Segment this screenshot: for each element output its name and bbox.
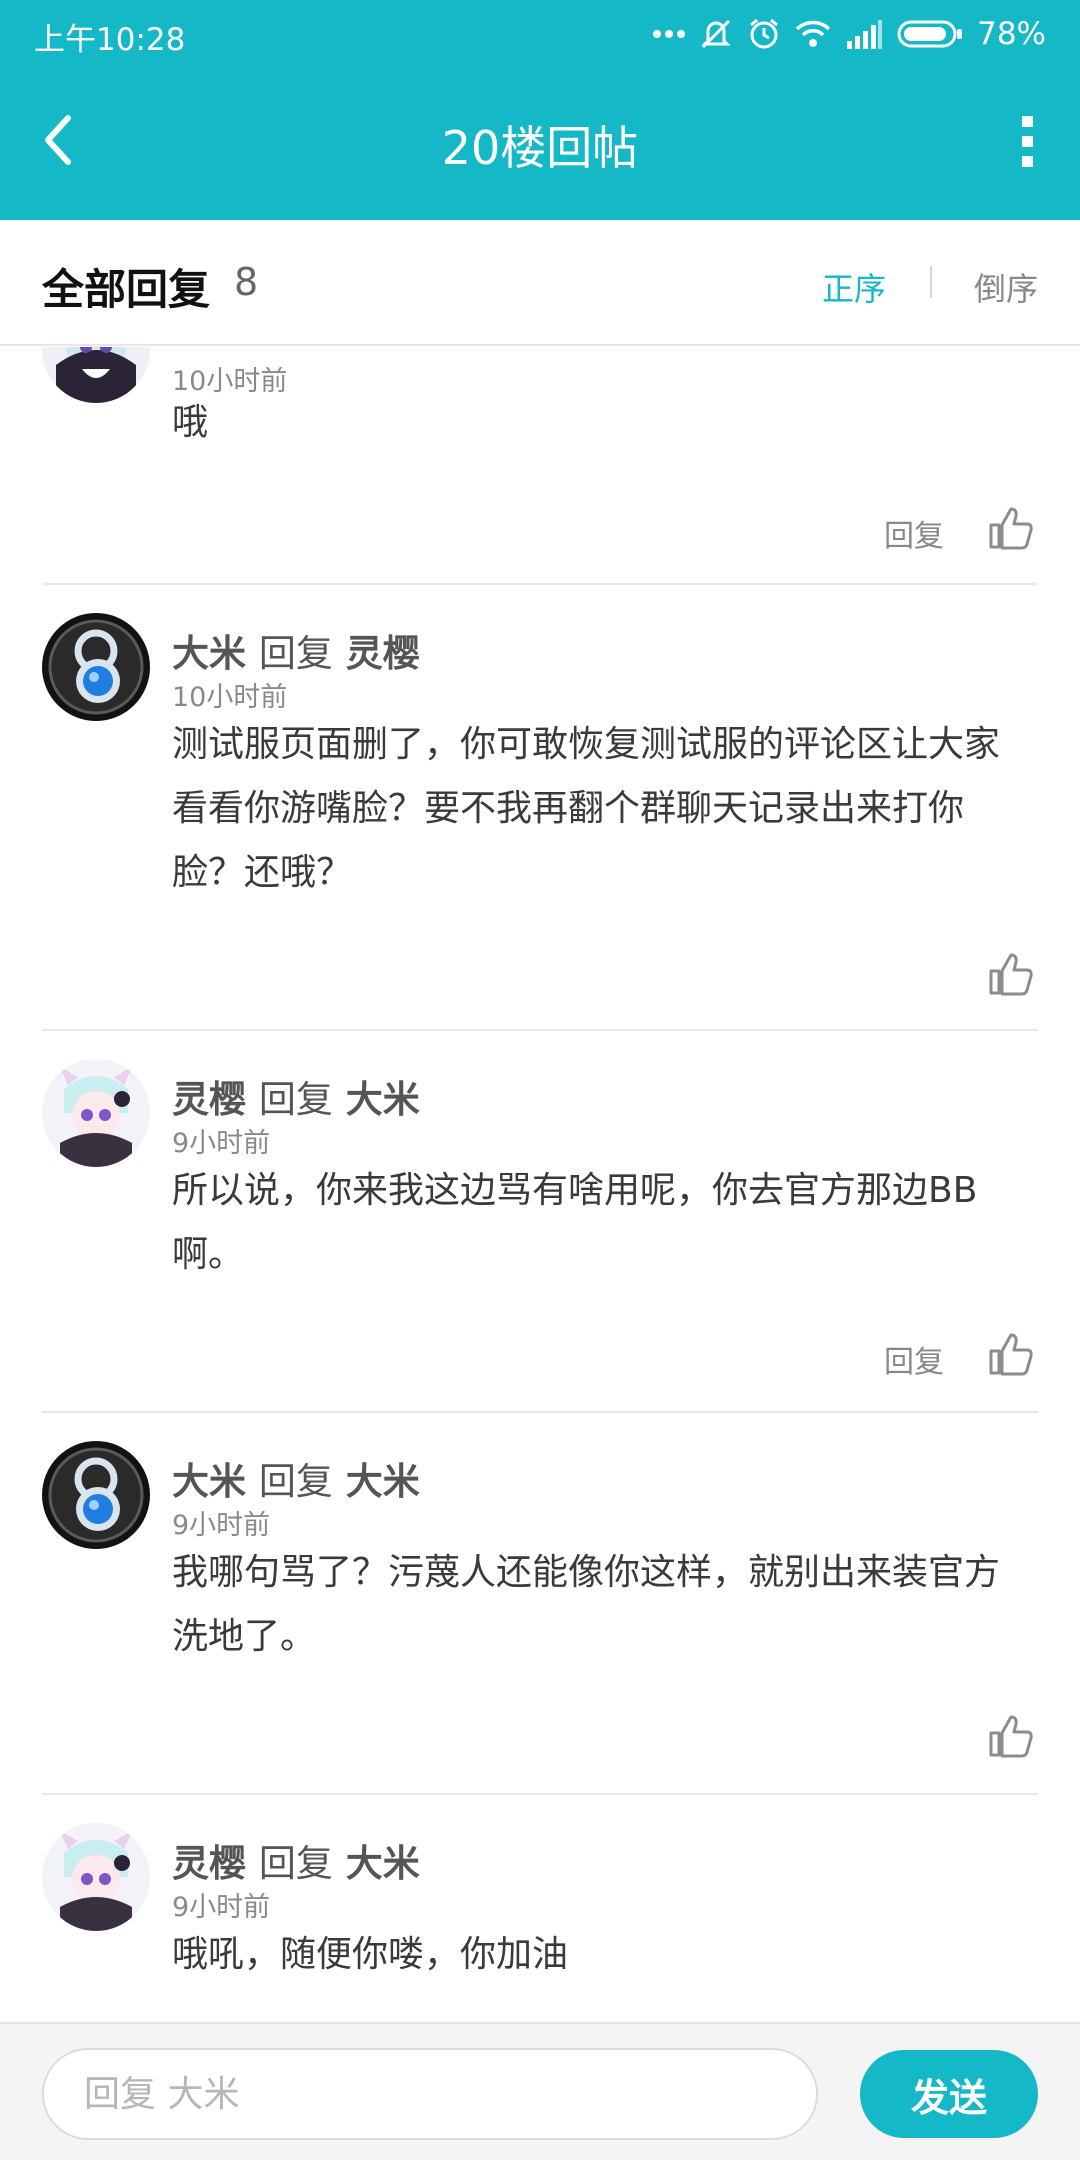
replies-header: 全部回复 8 正序 倒序: [0, 220, 1080, 346]
reply-target[interactable]: 大米: [346, 1078, 420, 1121]
reply-author[interactable]: 大米: [172, 1460, 246, 1503]
reply-button[interactable]: 回复: [884, 511, 944, 555]
status-time: 上午10:28: [34, 22, 186, 58]
reply-target[interactable]: 大米: [346, 1460, 420, 1503]
signal-icon: [847, 20, 883, 49]
avatar[interactable]: [42, 1059, 150, 1167]
reply-item: 大米 回复 灵樱 10小时前 测试服页面删了，你可敢恢复测试服的评论区让大家看看…: [0, 585, 1080, 1031]
reply-input[interactable]: [42, 2048, 818, 2140]
avatar[interactable]: [42, 1823, 150, 1931]
wifi-icon: [795, 20, 831, 47]
all-replies-title: 全部回复: [42, 265, 211, 314]
reply-text: 哦吼，随便你喽，你加油: [172, 1934, 569, 1975]
mute-icon: [701, 19, 731, 49]
reply-author[interactable]: 灵樱: [172, 1078, 246, 1121]
status-bar: 上午10:28 78%: [0, 0, 1080, 68]
avatar[interactable]: [42, 613, 150, 721]
reply-author[interactable]: 大米: [172, 632, 246, 675]
more-vertical-icon[interactable]: [1016, 116, 1040, 168]
reply-text: 所以说，你来我这边骂有啥用呢，你去官方那边BB啊。: [172, 1170, 978, 1275]
reply-verb: 回复: [258, 1842, 333, 1885]
reply-item: 大米 回复 大米 9小时前 我哪句骂了？污蔑人还能像你这样，就别出来装官方洗地了…: [0, 1413, 1080, 1795]
reply-verb: 回复: [258, 1460, 333, 1503]
thumbs-up-icon[interactable]: [988, 505, 1034, 551]
reply-button[interactable]: 回复: [884, 1337, 944, 1381]
reply-time: 10小时前: [172, 682, 288, 713]
avatar[interactable]: [42, 347, 150, 403]
reply-target[interactable]: 大米: [346, 1842, 420, 1885]
more-dots-icon: [653, 30, 686, 38]
battery-level: 78%: [977, 16, 1046, 52]
reply-author[interactable]: 灵樱: [172, 1842, 246, 1885]
reply-target[interactable]: 灵樱: [346, 632, 420, 675]
reply-author-line: 灵樱 回复 大米: [172, 1069, 420, 1123]
page-title: 20楼回帖: [441, 121, 639, 175]
reply-time: 9小时前: [172, 1510, 271, 1541]
reply-verb: 回复: [258, 632, 333, 675]
sort-descending-tab[interactable]: 倒序: [974, 264, 1038, 310]
reply-author-line: 灵樱 回复 大米: [172, 1833, 420, 1887]
sort-divider: [930, 266, 932, 298]
reply-text: 哦: [172, 402, 209, 443]
thumbs-up-icon[interactable]: [988, 1713, 1034, 1759]
reply-list: 10小时前 哦 回复 大米 回复 灵樱 10小时前 测试服页面删了，你可敢恢复测…: [0, 347, 1080, 2022]
reply-composer: 发送: [0, 2022, 1080, 2160]
reply-verb: 回复: [258, 1078, 333, 1121]
status-icons: 78%: [653, 12, 1046, 56]
thumbs-up-icon[interactable]: [988, 951, 1034, 997]
avatar[interactable]: [42, 1441, 150, 1549]
alarm-icon: [750, 18, 779, 49]
app-header: 上午10:28 78% 20楼回帖: [0, 0, 1080, 220]
reply-time: 9小时前: [172, 1128, 271, 1159]
replies-count: 8: [234, 260, 259, 304]
battery-icon: [897, 20, 963, 48]
reply-text: 测试服页面删了，你可敢恢复测试服的评论区让大家看看你游嘴脸？要不我再翻个群聊天记…: [172, 724, 1001, 893]
reply-text: 我哪句骂了？污蔑人还能像你这样，就别出来装官方洗地了。: [172, 1552, 1001, 1657]
reply-item: 灵樱 回复 大米 9小时前 哦吼，随便你喽，你加油: [0, 1795, 1080, 2022]
reply-item: 10小时前 哦 回复: [0, 347, 1080, 585]
reply-item: 灵樱 回复 大米 9小时前 所以说，你来我这边骂有啥用呢，你去官方那边BB啊。 …: [0, 1031, 1080, 1413]
send-button[interactable]: 发送: [860, 2050, 1038, 2138]
reply-author-line: 大米 回复 灵樱: [172, 623, 420, 677]
thumbs-up-icon[interactable]: [988, 1331, 1034, 1377]
reply-author-line: 大米 回复 大米: [172, 1451, 420, 1505]
reply-time: 9小时前: [172, 1892, 271, 1923]
sort-ascending-tab[interactable]: 正序: [822, 264, 886, 310]
